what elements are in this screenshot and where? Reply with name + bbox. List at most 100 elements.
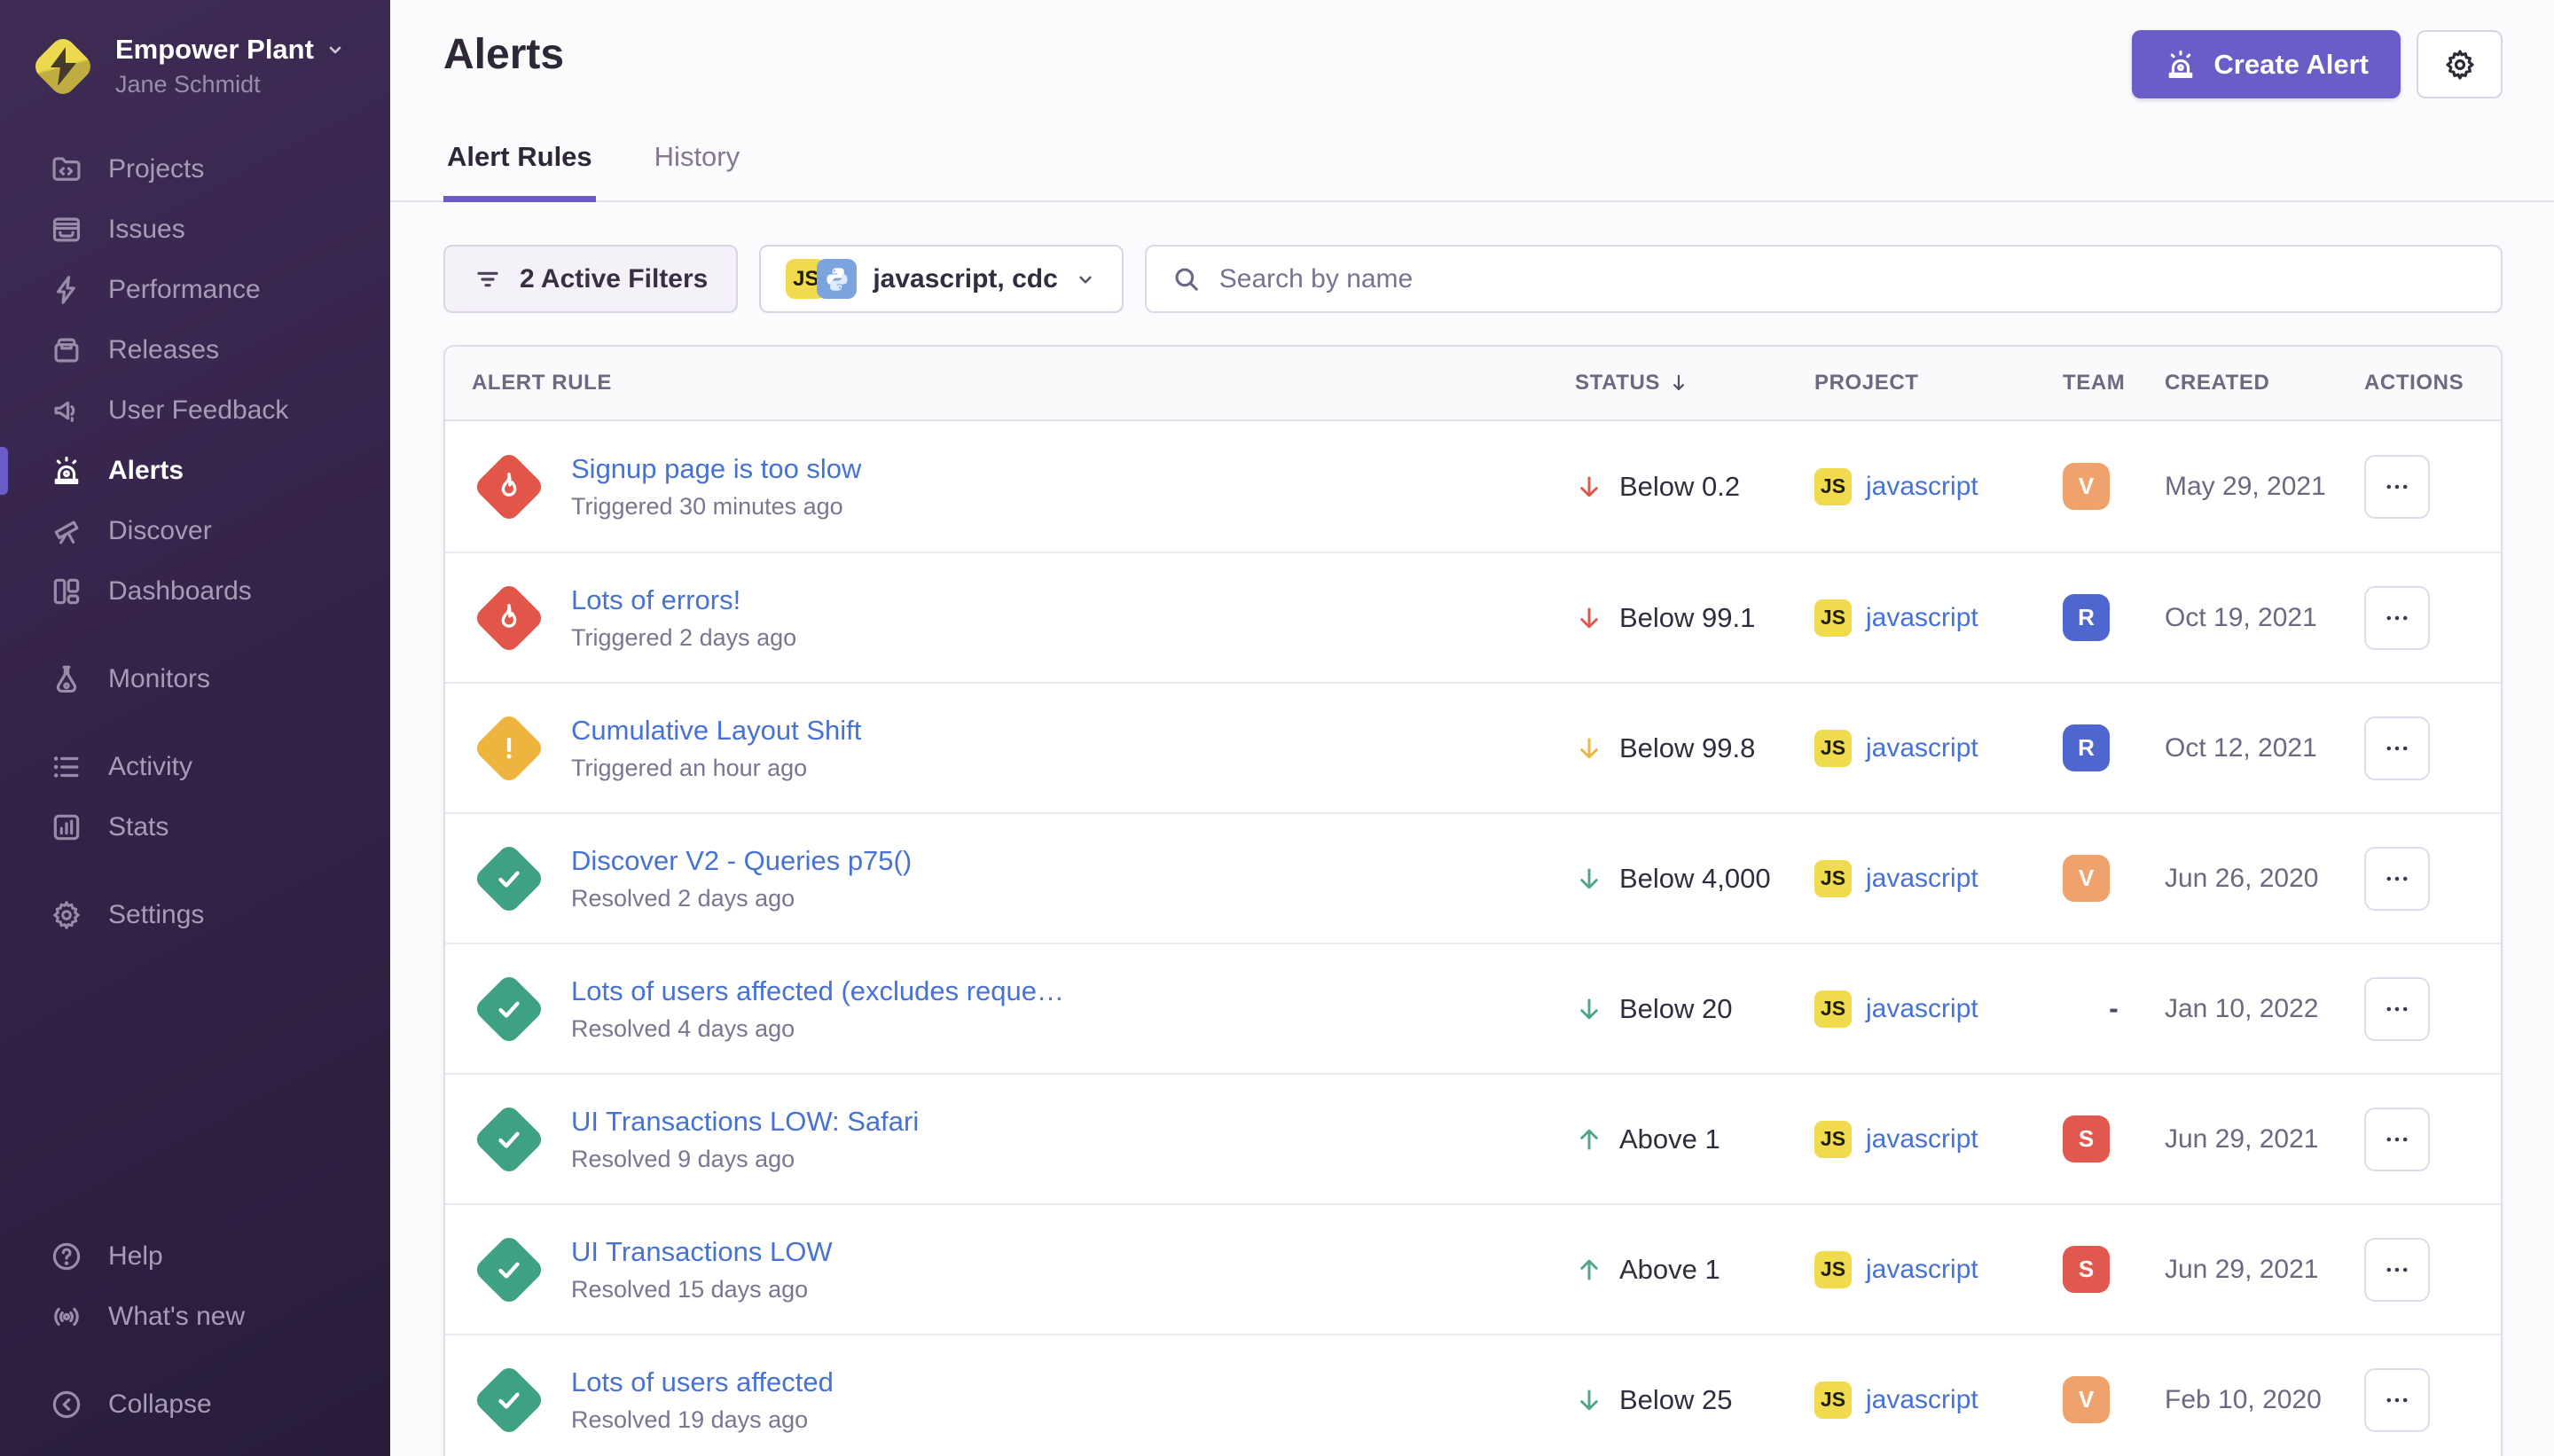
create-alert-button[interactable]: Create Alert: [2132, 30, 2401, 98]
team-cell: V: [2063, 855, 2165, 902]
alert-rule-link[interactable]: UI Transactions LOW: Safari: [571, 1106, 919, 1138]
team-cell: R: [2063, 724, 2165, 771]
lightning-bolt-icon: [34, 37, 92, 96]
flame-icon: [472, 450, 546, 524]
tab-alert-rules[interactable]: Alert Rules: [443, 136, 596, 202]
alert-rule-subtext: Triggered an hour ago: [571, 755, 861, 782]
sidebar-item-activity[interactable]: Activity: [0, 737, 390, 797]
table-row: Lots of users affected (excludes reque… …: [445, 943, 2501, 1073]
alert-rule-link[interactable]: Discover V2 - Queries p75(): [571, 845, 912, 877]
column-actions: ACTIONS: [2364, 371, 2501, 395]
alert-rule-link[interactable]: UI Transactions LOW: [571, 1236, 833, 1268]
alert-rules-table: ALERT RULE STATUS PROJECT TEAM CREATED A…: [443, 345, 2503, 1456]
alerts-icon: [50, 454, 83, 488]
javascript-platform-icon: JS: [1814, 599, 1852, 637]
team-avatar: S: [2063, 1246, 2110, 1293]
check-icon: [472, 842, 546, 916]
sidebar-item-collapse[interactable]: Collapse: [0, 1374, 390, 1435]
siren-icon: [2164, 48, 2198, 82]
project-link[interactable]: javascript: [1866, 733, 1978, 763]
tab-history[interactable]: History: [651, 136, 743, 202]
alert-rule-link[interactable]: Lots of errors!: [571, 584, 796, 616]
row-actions-button[interactable]: [2364, 716, 2430, 780]
alert-rule-link[interactable]: Lots of users affected: [571, 1366, 834, 1398]
project-link[interactable]: javascript: [1866, 1255, 1978, 1285]
sidebar-item-discover[interactable]: Discover: [0, 501, 390, 561]
project-cell: JS javascript: [1814, 599, 2063, 637]
column-alert-rule: ALERT RULE: [472, 371, 1575, 395]
sidebar-item-releases[interactable]: Releases: [0, 320, 390, 380]
active-filters-button[interactable]: 2 Active Filters: [443, 245, 738, 313]
project-cell: JS javascript: [1814, 1251, 2063, 1288]
row-actions-button[interactable]: [2364, 1238, 2430, 1302]
project-cell: JS javascript: [1814, 730, 2063, 767]
search-box: [1145, 245, 2503, 313]
table-row: UI Transactions LOW: Safari Resolved 9 d…: [445, 1073, 2501, 1203]
sidebar-item-alerts[interactable]: Alerts: [0, 441, 390, 501]
table-row: Lots of users affected Resolved 19 days …: [445, 1334, 2501, 1456]
row-actions-button[interactable]: [2364, 1108, 2430, 1171]
alert-rule-subtext: Resolved 19 days ago: [571, 1406, 834, 1434]
filter-icon: [474, 265, 502, 294]
issues-icon: [50, 213, 83, 247]
created-date: Feb 10, 2020: [2165, 1385, 2364, 1415]
check-icon: [472, 972, 546, 1046]
project-cell: JS javascript: [1814, 468, 2063, 505]
project-link[interactable]: javascript: [1866, 994, 1978, 1024]
javascript-platform-icon: JS: [1814, 860, 1852, 897]
org-switcher[interactable]: Empower Plant Jane Schmidt: [0, 0, 390, 98]
alert-rule-link[interactable]: Cumulative Layout Shift: [571, 715, 861, 747]
team-cell: V: [2063, 1376, 2165, 1423]
sidebar-item-help[interactable]: Help: [0, 1226, 390, 1287]
project-cell: JS javascript: [1814, 1382, 2063, 1419]
project-link[interactable]: javascript: [1866, 864, 1978, 894]
main-content: Alerts Create Alert Alert Rules History …: [390, 0, 2554, 1456]
help-icon: [50, 1240, 83, 1273]
sidebar-item-user-feedback[interactable]: User Feedback: [0, 380, 390, 441]
table-header: ALERT RULE STATUS PROJECT TEAM CREATED A…: [445, 347, 2501, 421]
row-actions-button[interactable]: [2364, 586, 2430, 650]
row-actions-button[interactable]: [2364, 455, 2430, 519]
alert-rule-link[interactable]: Signup page is too slow: [571, 453, 861, 485]
settings-icon: [50, 898, 83, 932]
row-actions-button[interactable]: [2364, 1368, 2430, 1432]
project-cell: JS javascript: [1814, 1121, 2063, 1158]
javascript-platform-icon: JS: [1814, 1121, 1852, 1158]
search-input[interactable]: [1219, 264, 2476, 294]
alert-settings-button[interactable]: [2417, 30, 2503, 98]
sidebar-item-dashboards[interactable]: Dashboards: [0, 561, 390, 622]
table-row: Lots of errors! Triggered 2 days ago Bel…: [445, 552, 2501, 682]
row-actions-button[interactable]: [2364, 977, 2430, 1041]
team-avatar: V: [2063, 855, 2110, 902]
project-link[interactable]: javascript: [1866, 1385, 1978, 1415]
monitors-icon: [50, 662, 83, 696]
alert-rule-link[interactable]: Lots of users affected (excludes reque…: [571, 975, 1064, 1007]
sidebar-item-projects[interactable]: Projects: [0, 139, 390, 200]
sidebar-item-monitors[interactable]: Monitors: [0, 649, 390, 709]
sidebar-item-settings[interactable]: Settings: [0, 885, 390, 945]
alert-rule-subtext: Resolved 9 days ago: [571, 1146, 919, 1173]
column-status[interactable]: STATUS: [1575, 371, 1814, 395]
sidebar-item-performance[interactable]: Performance: [0, 260, 390, 320]
team-cell: S: [2063, 1115, 2165, 1162]
project-link[interactable]: javascript: [1866, 603, 1978, 633]
status-cell: Below 99.1: [1575, 602, 1814, 634]
projects-icon: [50, 153, 83, 186]
row-actions-button[interactable]: [2364, 847, 2430, 911]
sidebar-item-what-s-new[interactable]: What's new: [0, 1287, 390, 1347]
status-cell: Below 25: [1575, 1384, 1814, 1416]
discover-icon: [50, 514, 83, 548]
created-date: Jun 29, 2021: [2165, 1255, 2364, 1285]
column-created: CREATED: [2165, 371, 2364, 395]
sidebar-item-issues[interactable]: Issues: [0, 200, 390, 260]
project-selector[interactable]: JS javascript, cdc: [759, 245, 1123, 313]
created-date: May 29, 2021: [2165, 472, 2364, 502]
check-icon: [472, 1102, 546, 1177]
project-link[interactable]: javascript: [1866, 472, 1978, 502]
team-avatar: S: [2063, 1115, 2110, 1162]
arrow-down-icon: [1575, 734, 1603, 763]
project-link[interactable]: javascript: [1866, 1124, 1978, 1155]
stats-icon: [50, 810, 83, 844]
sidebar-item-stats[interactable]: Stats: [0, 797, 390, 857]
sort-descending-icon: [1667, 372, 1690, 395]
